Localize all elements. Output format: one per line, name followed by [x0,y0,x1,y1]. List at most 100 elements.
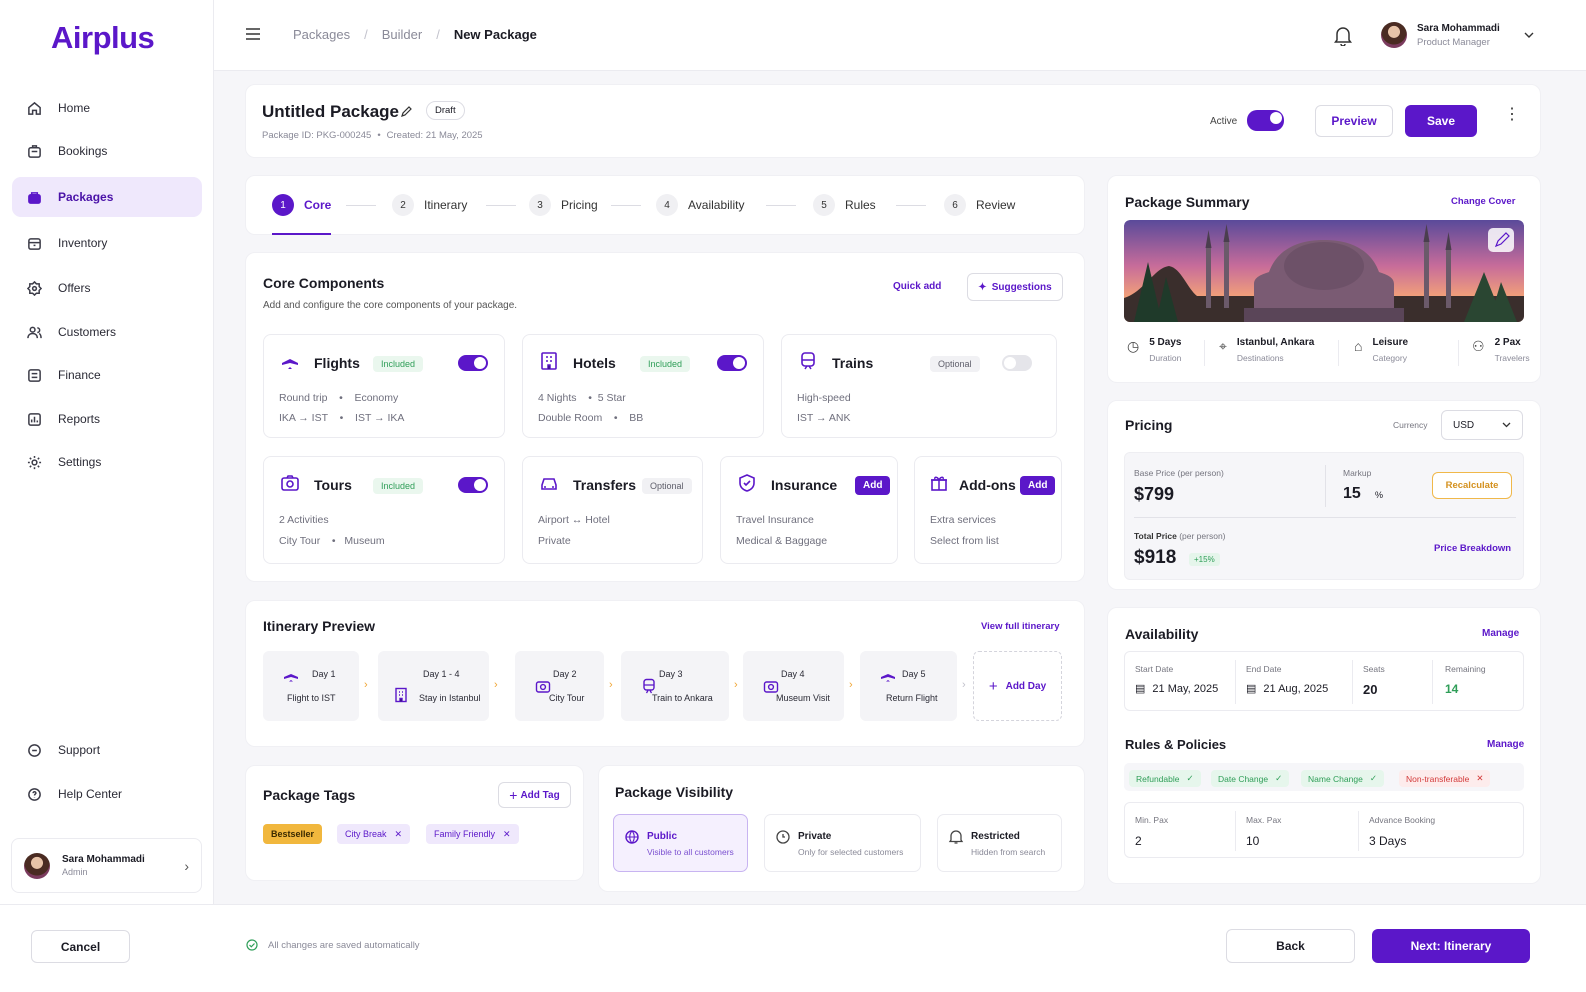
remove-tag-icon[interactable]: ✕ [395,829,403,840]
sidebar-item-label: Finance [58,368,101,382]
flights-toggle[interactable] [458,355,488,371]
preview-button[interactable]: Preview [1315,105,1393,137]
component-tours[interactable]: Tours Included 2 Activities City Tour • … [263,456,505,564]
step-number: 5 [813,194,835,216]
rule-chip-non-transferable[interactable]: Non-transferable ✕ [1399,770,1491,787]
edit-icon[interactable] [401,105,413,117]
day-summary: Return Flight [886,693,938,703]
trains-toggle[interactable] [1002,355,1032,371]
add-addons-button[interactable]: Add [1020,476,1056,495]
tag-chip[interactable]: City Break ✕ [337,824,411,844]
start-date-field[interactable]: ▤ 21 May, 2025 [1135,682,1218,696]
sidebar-item-packages[interactable]: Packages [12,177,202,217]
manage-rules-link[interactable]: Manage [1487,739,1524,750]
sidebar-item-bookings[interactable]: Bookings [12,131,202,171]
bell-icon[interactable] [1334,26,1352,46]
active-toggle[interactable] [1247,110,1284,131]
add-tag-button[interactable]: + Add Tag [498,782,571,808]
visibility-option-restricted[interactable]: Restricted Hidden from search [937,814,1062,872]
cover-image[interactable] [1124,220,1524,322]
page-title[interactable]: Untitled Package [262,102,399,122]
badge-icon [27,280,42,296]
recalculate-button[interactable]: Recalculate [1432,472,1512,499]
seats-value[interactable]: 20 [1363,682,1377,697]
step-number: 4 [656,194,678,216]
back-button[interactable]: Back [1226,929,1355,963]
sidebar-item-help-center[interactable]: Help Center [12,774,202,814]
end-date-label: End Date [1246,664,1282,674]
end-date-field[interactable]: ▤ 21 Aug, 2025 [1246,682,1328,696]
tours-toggle[interactable] [458,477,488,493]
sidebar-item-settings[interactable]: Settings [12,442,202,482]
sidebar-item-customers[interactable]: Customers [12,312,202,352]
cancel-button[interactable]: Cancel [31,930,130,963]
tab-pricing[interactable]: 3 Pricing [529,194,598,216]
component-flights[interactable]: Flights Included Round trip • Economy IK… [263,334,505,438]
tab-review[interactable]: 6 Review [944,194,1015,216]
tag-chip[interactable]: Bestseller [263,824,323,844]
tag-chip[interactable]: Family Friendly ✕ [426,824,519,844]
save-button[interactable]: Save [1405,105,1477,137]
component-addons[interactable]: Add-ons Add Extra services Select from l… [914,456,1062,564]
quick-add-link[interactable]: Quick add [893,281,941,292]
brand-logo[interactable]: Airplus [51,20,155,56]
package-summary-card: Package Summary Change Cover ◷ 5 Days Dura… [1107,175,1541,383]
currency-select[interactable]: USD [1441,410,1523,440]
add-insurance-button[interactable]: Add [855,476,891,495]
step-label: Review [976,198,1016,212]
menu-icon[interactable] [245,27,261,41]
hotels-toggle[interactable] [717,355,747,371]
step-number: 3 [529,194,551,216]
itinerary-day-tile[interactable]: Day 2 City Tour [515,651,604,721]
tab-core[interactable]: 1 Core [272,194,331,216]
breadcrumb-builder[interactable]: Builder [382,27,422,42]
top-user-menu[interactable]: Sara Mohammadi Product Manager [1381,22,1534,48]
remove-tag-icon[interactable]: ✕ [503,829,511,840]
component-insurance[interactable]: Insurance Add Travel Insurance Medical &… [720,456,898,564]
itinerary-day-tile[interactable]: Day 3 Train to Ankara [621,651,729,721]
optional-badge: Optional [642,478,692,494]
breadcrumb-packages[interactable]: Packages [293,27,350,42]
more-options-icon[interactable]: ⋮ [1504,107,1520,123]
add-day-button[interactable]: + Add Day [973,651,1062,721]
rule-chip-name-change[interactable]: Name Change ✓ [1301,770,1384,787]
max-pax-value[interactable]: 10 [1246,834,1259,848]
view-full-itinerary-link[interactable]: View full itinerary [981,621,1060,632]
advance-booking-value[interactable]: 3 Days [1369,834,1406,848]
min-pax-value[interactable]: 2 [1135,834,1142,848]
sidebar-item-support[interactable]: Support [12,730,202,770]
rule-chip-refundable[interactable]: Refundable ✓ [1129,770,1201,787]
reports-icon [28,412,41,426]
itinerary-day-tile[interactable]: Day 5 Return Flight [860,651,957,721]
sidebar-item-inventory[interactable]: Inventory [12,223,202,263]
sidebar-item-offers[interactable]: Offers [12,268,202,308]
component-hotels[interactable]: Hotels Included 4 Nights • 5 Star Double… [522,334,764,438]
itinerary-day-tile[interactable]: Day 4 Museum Visit [743,651,844,721]
component-transfers[interactable]: Transfers Optional Airport ↔ Hotel Priva… [522,456,703,564]
sidebar-item-label: Offers [58,281,91,295]
next-itinerary-button[interactable]: Next: Itinerary [1372,929,1530,963]
sidebar-item-finance[interactable]: Finance [12,355,202,395]
price-breakdown-link[interactable]: Price Breakdown [1434,543,1511,554]
sidebar-item-home[interactable]: Home [12,88,202,128]
sidebar-item-reports[interactable]: Reports [12,399,202,439]
divider [1432,660,1433,704]
section-title: Package Tags [263,787,356,803]
itinerary-day-tile[interactable]: Day 1 - 4 Stay in Istanbul [378,651,489,721]
manage-availability-link[interactable]: Manage [1482,628,1519,639]
tab-rules[interactable]: 5 Rules [813,194,876,216]
tab-itinerary[interactable]: 2 Itinerary [392,194,467,216]
markup-input[interactable]: 15 [1343,485,1361,503]
suggestions-button[interactable]: ✦ Suggestions [967,273,1063,301]
active-label: Active [1210,116,1238,127]
change-cover-link[interactable]: Change Cover [1451,196,1515,207]
tab-availability[interactable]: 4 Availability [656,194,744,216]
visibility-option-public[interactable]: Public Visible to all customers [613,814,748,872]
sidebar-user-card[interactable]: Sara Mohammadi Admin › [11,838,202,893]
divider [1325,465,1326,507]
itinerary-day-tile[interactable]: Day 1 Flight to IST [263,651,359,721]
rule-chip-date-change[interactable]: Date Change ✓ [1211,770,1290,787]
visibility-option-private[interactable]: Private Only for selected customers [764,814,921,872]
component-trains[interactable]: Trains Optional High-speed IST → ANK [781,334,1057,438]
summary-stat: ⚇ 2 Pax Travelers [1472,337,1530,363]
